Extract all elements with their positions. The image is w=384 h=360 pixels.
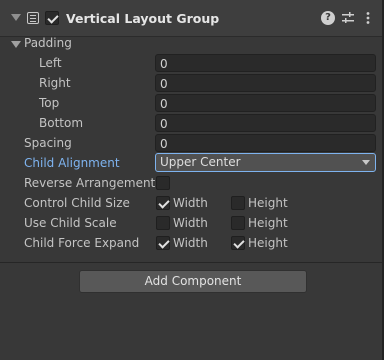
divider xyxy=(0,262,382,263)
foldout-arrow-icon[interactable] xyxy=(11,14,21,21)
padding-bottom-label: Bottom xyxy=(39,116,84,130)
child-alignment-label: Child Alignment xyxy=(24,156,120,170)
spacing-label: Spacing xyxy=(24,136,72,150)
padding-right-field[interactable]: 0 xyxy=(155,74,376,92)
padding-top-label: Top xyxy=(39,96,60,110)
control-child-size-width-checkbox[interactable] xyxy=(156,196,170,210)
child-alignment-dropdown[interactable]: Upper Center xyxy=(155,153,376,172)
control-child-size-label: Control Child Size xyxy=(24,196,130,210)
inspector-panel: Vertical Layout Group ? Padding Left 0 R… xyxy=(0,0,384,360)
child-force-expand-width-label: Width xyxy=(173,236,208,250)
help-icon[interactable]: ? xyxy=(321,11,335,25)
padding-top-field[interactable]: 0 xyxy=(155,94,376,112)
use-child-scale-height-label: Height xyxy=(248,216,288,230)
padding-left-field[interactable]: 0 xyxy=(155,54,376,72)
padding-foldout-icon[interactable] xyxy=(11,41,21,48)
presets-icon[interactable] xyxy=(341,11,355,25)
padding-right-label: Right xyxy=(39,76,71,90)
child-force-expand-height-checkbox[interactable] xyxy=(231,236,245,250)
reverse-arrangement-checkbox[interactable] xyxy=(156,176,170,190)
padding-bottom-field[interactable]: 0 xyxy=(155,114,376,132)
control-child-size-height-checkbox[interactable] xyxy=(231,196,245,210)
child-alignment-value: Upper Center xyxy=(160,155,241,169)
component-title: Vertical Layout Group xyxy=(66,11,220,26)
spacing-field[interactable]: 0 xyxy=(155,134,376,152)
use-child-scale-label: Use Child Scale xyxy=(24,216,117,230)
use-child-scale-width-checkbox[interactable] xyxy=(156,216,170,230)
child-force-expand-height-label: Height xyxy=(248,236,288,250)
padding-left-label: Left xyxy=(39,56,62,70)
padding-label[interactable]: Padding xyxy=(24,33,72,53)
use-child-scale-height-checkbox[interactable] xyxy=(231,216,245,230)
component-icon xyxy=(27,12,39,24)
control-child-size-width-label: Width xyxy=(173,196,208,210)
add-component-button[interactable]: Add Component xyxy=(79,270,307,293)
child-force-expand-label: Child Force Expand xyxy=(24,236,140,250)
dropdown-arrow-icon xyxy=(362,160,370,165)
control-child-size-height-label: Height xyxy=(248,196,288,210)
component-enabled-checkbox[interactable] xyxy=(45,11,59,25)
child-force-expand-width-checkbox[interactable] xyxy=(156,236,170,250)
reverse-arrangement-label: Reverse Arrangement xyxy=(24,176,156,190)
component-header[interactable]: Vertical Layout Group ? xyxy=(0,0,382,37)
more-options-icon[interactable] xyxy=(361,11,375,25)
use-child-scale-width-label: Width xyxy=(173,216,208,230)
